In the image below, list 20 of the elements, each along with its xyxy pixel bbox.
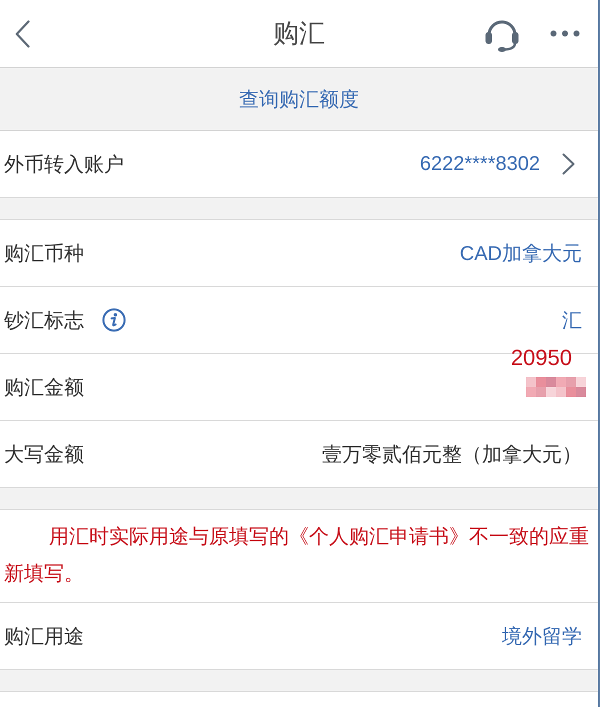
back-icon[interactable] [15, 20, 30, 48]
field-label: 购汇金额 [4, 376, 84, 400]
field-value[interactable]: 6222****8302 [420, 152, 540, 176]
quota-query-link[interactable]: 查询购汇额度 [239, 86, 359, 112]
field-value[interactable]: 汇 [562, 306, 582, 334]
field-value[interactable]: CAD加拿大元 [460, 240, 582, 266]
notice-text: 用汇时实际用途与原填写的《个人购汇申请书》不一致的应重新填写。 [4, 525, 590, 587]
field-value: 壹万零贰佰元整（加拿大元） [322, 442, 582, 468]
more-icon[interactable] [550, 30, 580, 37]
annotation-text: 20950 [510, 345, 572, 371]
field-label: 外币转入账户 [4, 152, 124, 178]
info-icon[interactable] [102, 308, 126, 332]
field-label: 购汇币种 [4, 242, 84, 266]
field-label: 钞汇标志 [4, 308, 84, 334]
pixelated-value-drawing [526, 377, 586, 397]
field-label: 大写金额 [4, 442, 84, 468]
page-title: 购汇 [273, 17, 325, 50]
field-label: 购汇用途 [4, 624, 84, 650]
field-value[interactable]: 境外留学 [502, 622, 582, 650]
chevron-right-icon[interactable] [562, 153, 575, 175]
